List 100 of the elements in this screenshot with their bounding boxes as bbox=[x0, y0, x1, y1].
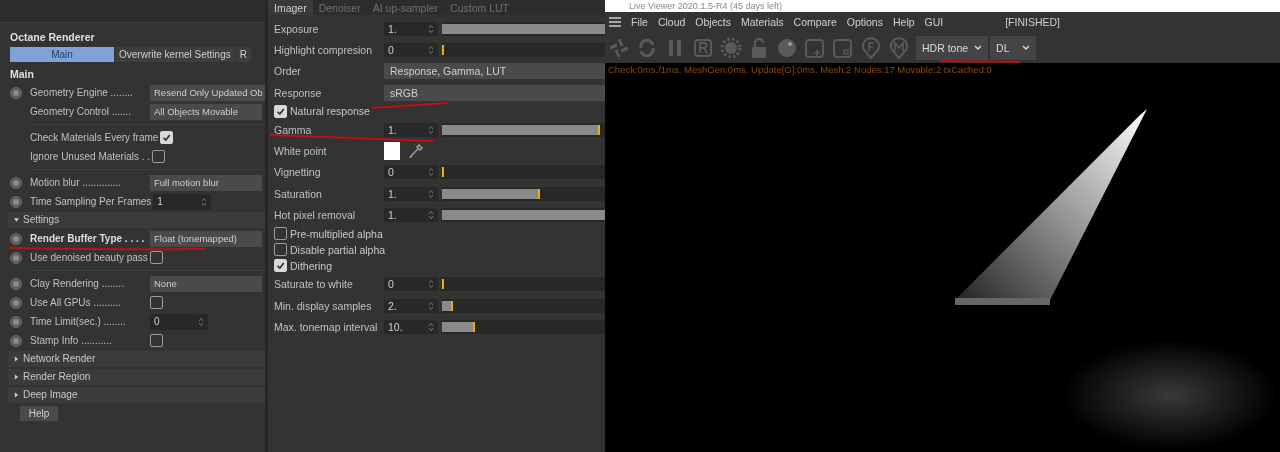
render-status: [FINISHED] bbox=[1005, 16, 1060, 28]
field-value: 1. bbox=[388, 187, 397, 200]
tab[interactable]: R bbox=[235, 47, 251, 62]
circle-icon[interactable] bbox=[10, 232, 22, 245]
number-field[interactable]: 1. bbox=[384, 186, 438, 201]
field-label: Use All GPUs .......... bbox=[30, 295, 123, 310]
number-field[interactable]: 0 bbox=[384, 165, 438, 180]
field-label: Clay Rendering ........ bbox=[30, 276, 125, 291]
circle-icon[interactable] bbox=[10, 195, 22, 208]
eyedropper-icon[interactable] bbox=[408, 143, 424, 160]
slider-track[interactable] bbox=[442, 42, 605, 57]
slider-fill[interactable] bbox=[442, 300, 454, 311]
menu-item[interactable]: Cloud bbox=[657, 16, 686, 28]
menu-item[interactable]: GUI bbox=[924, 16, 944, 28]
dropdown[interactable]: Float (tonemapped) bbox=[150, 230, 262, 247]
number-field[interactable]: 1 bbox=[153, 193, 212, 210]
spinner-arrows-icon[interactable] bbox=[428, 23, 434, 34]
menu-item[interactable]: Materials bbox=[740, 16, 784, 28]
spinner-arrows-icon[interactable] bbox=[428, 321, 434, 332]
slider-track[interactable] bbox=[442, 186, 605, 201]
number-field[interactable]: 0 bbox=[384, 42, 438, 57]
field-label: Motion blur .............. bbox=[30, 175, 123, 190]
field-label: Gamma bbox=[274, 123, 313, 136]
checkbox-label: Pre-multiplied alpha bbox=[290, 227, 383, 240]
group-header[interactable]: Deep Image bbox=[8, 387, 265, 403]
spinner-arrows-icon[interactable] bbox=[201, 196, 208, 207]
spinner-arrows-icon[interactable] bbox=[428, 210, 434, 220]
number-field[interactable]: 1. bbox=[384, 208, 438, 222]
field-label: Response bbox=[274, 86, 323, 99]
menu-item[interactable]: Help bbox=[892, 16, 915, 28]
spinner-arrows-icon[interactable] bbox=[428, 300, 434, 311]
dropdown[interactable]: sRGB bbox=[384, 84, 605, 101]
number-field[interactable]: 0 bbox=[150, 313, 208, 330]
dropdown[interactable]: None bbox=[150, 275, 262, 292]
slider-track[interactable] bbox=[442, 277, 605, 292]
circle-icon[interactable] bbox=[10, 334, 22, 347]
field-value: 0 bbox=[388, 278, 394, 291]
slider-fill[interactable] bbox=[442, 188, 540, 199]
number-field[interactable]: 0 bbox=[384, 277, 438, 292]
menu-item[interactable]: Options bbox=[846, 16, 883, 28]
spinner-arrows-icon[interactable] bbox=[198, 316, 204, 327]
field-label: Time Sampling Per Frames bbox=[30, 194, 152, 209]
field-label: Min. display samples bbox=[274, 299, 373, 312]
section-heading: Main bbox=[10, 68, 34, 80]
triangle-icon bbox=[14, 392, 19, 398]
spinner-arrows-icon[interactable] bbox=[428, 279, 434, 290]
slider-track[interactable] bbox=[442, 165, 605, 180]
tab[interactable]: Overwrite kernel Settings bbox=[115, 47, 235, 62]
dropdown[interactable]: All Objects Movable bbox=[150, 103, 262, 120]
help-button[interactable]: Help bbox=[20, 406, 58, 421]
circle-icon[interactable] bbox=[10, 86, 22, 99]
group-header[interactable]: Network Render bbox=[8, 351, 265, 367]
field-label: Max. tonemap interval bbox=[274, 320, 379, 333]
dropdown[interactable]: Response, Gamma, LUT bbox=[384, 63, 605, 80]
menu-item[interactable]: Objects bbox=[695, 16, 731, 28]
checkbox[interactable] bbox=[150, 296, 163, 309]
field-label: Saturation bbox=[274, 187, 323, 200]
circle-icon[interactable] bbox=[10, 277, 22, 290]
checkbox[interactable] bbox=[150, 334, 163, 347]
circle-icon[interactable] bbox=[10, 315, 22, 328]
checkbox[interactable] bbox=[274, 227, 287, 241]
checkbox[interactable] bbox=[150, 251, 163, 264]
dropdown[interactable]: Resend Only Updated Ob bbox=[150, 84, 265, 101]
field-value: 1. bbox=[388, 123, 397, 136]
tab[interactable]: Main bbox=[10, 47, 114, 62]
group-header[interactable]: Settings bbox=[8, 212, 265, 228]
circle-icon[interactable] bbox=[10, 296, 22, 309]
slider-track[interactable] bbox=[442, 122, 605, 137]
sphere-icon[interactable] bbox=[776, 36, 798, 59]
slider-fill[interactable] bbox=[442, 124, 601, 135]
slider-track[interactable] bbox=[442, 298, 605, 313]
menu-item[interactable]: File bbox=[631, 16, 648, 28]
checkbox[interactable] bbox=[152, 150, 166, 163]
slider-track[interactable] bbox=[442, 319, 605, 334]
menu-icon[interactable] bbox=[609, 17, 621, 27]
slider-fill[interactable] bbox=[442, 321, 475, 332]
field-label: Stamp Info ........... bbox=[30, 333, 113, 348]
circle-icon[interactable] bbox=[10, 251, 22, 264]
number-field[interactable]: 1. bbox=[384, 122, 438, 137]
field-value: 0 bbox=[388, 43, 394, 56]
color-swatch[interactable] bbox=[384, 142, 400, 161]
tab[interactable]: Imager bbox=[268, 0, 313, 15]
dropdown[interactable]: DL bbox=[990, 35, 1037, 60]
chevron-icon bbox=[1022, 45, 1031, 50]
triangle-icon bbox=[14, 217, 19, 223]
number-field[interactable]: 1. bbox=[384, 21, 438, 36]
spinner-arrows-icon[interactable] bbox=[428, 167, 434, 178]
number-field[interactable]: 10. bbox=[384, 319, 438, 334]
field-label: Geometry Control ....... bbox=[30, 104, 133, 119]
checkbox[interactable] bbox=[274, 243, 287, 257]
group-header[interactable]: Render Region bbox=[8, 369, 265, 385]
spinner-arrows-icon[interactable] bbox=[428, 44, 434, 55]
circle-icon[interactable] bbox=[10, 176, 22, 189]
spinner-arrows-icon[interactable] bbox=[428, 188, 434, 199]
spinner-arrows-icon[interactable] bbox=[428, 124, 434, 135]
dropdown[interactable]: HDR tone bbox=[916, 35, 989, 60]
number-field[interactable]: 2. bbox=[384, 298, 438, 313]
menu-item[interactable]: Compare bbox=[793, 16, 837, 28]
dropdown[interactable]: Full motion blur bbox=[150, 174, 262, 191]
group-label: Settings bbox=[23, 213, 60, 227]
